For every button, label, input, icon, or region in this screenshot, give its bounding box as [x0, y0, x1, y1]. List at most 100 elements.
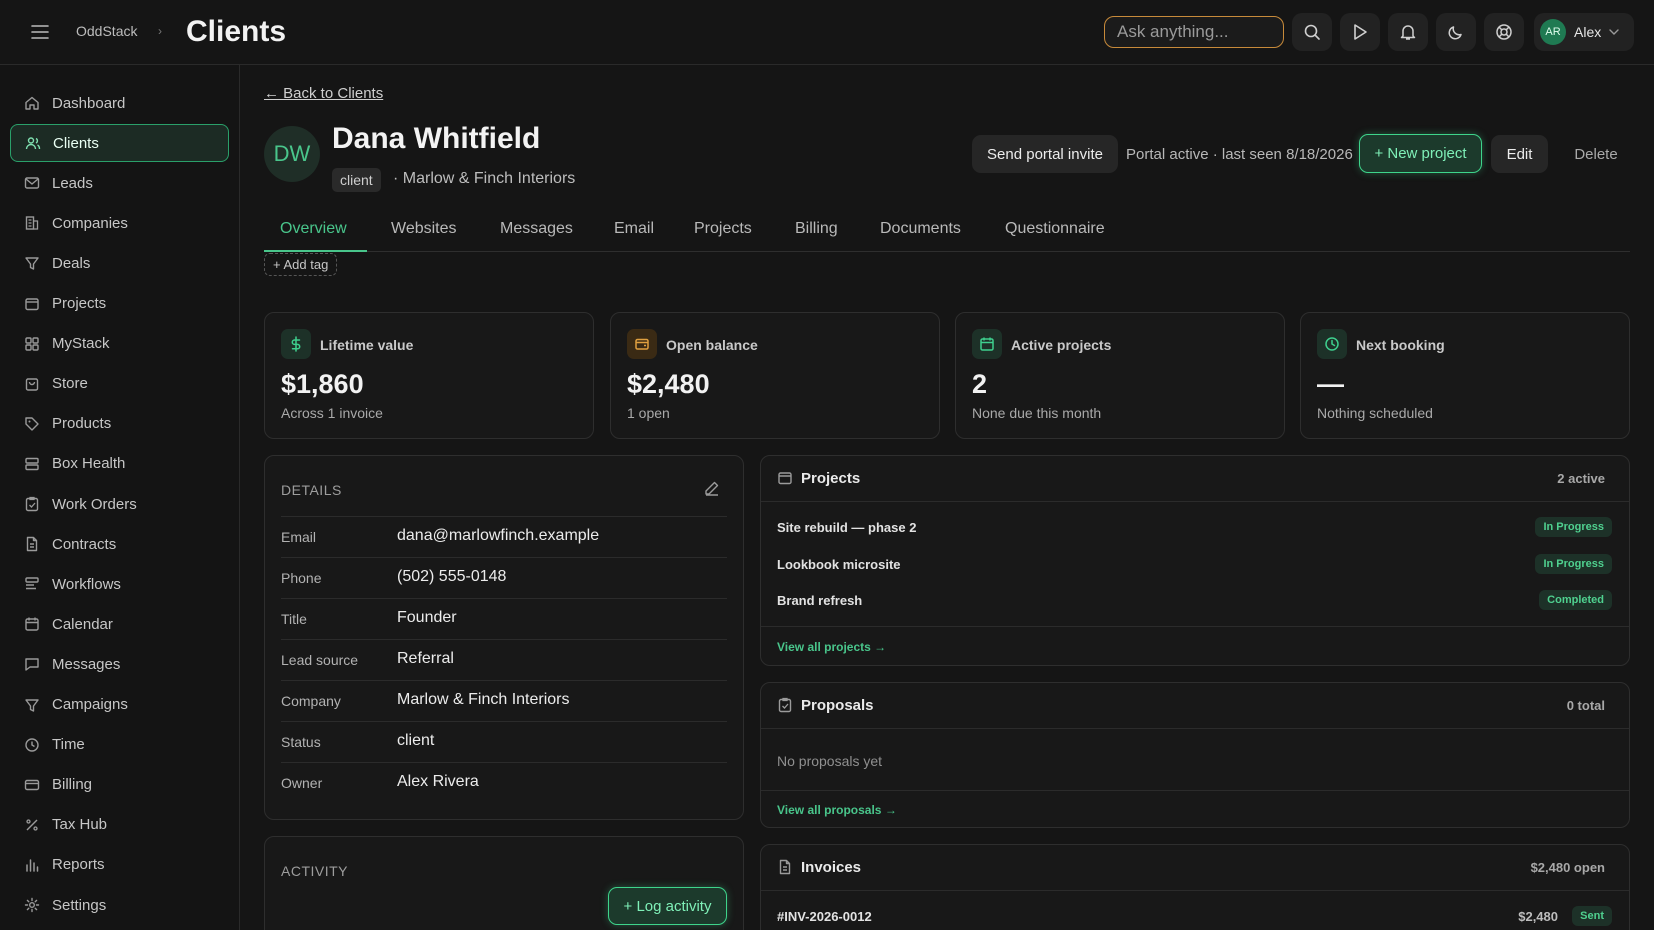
building-icon — [24, 215, 40, 231]
stat-value: — — [1317, 369, 1344, 399]
chevron-down-icon — [1609, 29, 1619, 35]
invoices-panel: Invoices $2,480 open #INV-2026-0012 $2,4… — [760, 844, 1630, 930]
sidebar-item-label: Projects — [52, 295, 107, 312]
table-row[interactable]: #INV-2026-0012 $2,480 Sent — [777, 903, 1612, 930]
sidebar-item-companies[interactable]: Companies — [10, 204, 229, 242]
projects-panel-header: Projects 2 active — [761, 456, 1629, 502]
user-menu-button[interactable]: AR Alex — [1534, 13, 1634, 51]
play-button[interactable] — [1340, 13, 1380, 51]
detail-value: client — [397, 732, 435, 749]
send-portal-invite-button[interactable]: Send portal invite — [972, 135, 1118, 173]
avatar: AR — [1540, 19, 1566, 45]
sidebar-item-billing[interactable]: Billing — [10, 766, 229, 804]
stat-value: $1,860 — [281, 369, 364, 399]
stat-subtext: 1 open — [627, 405, 670, 421]
add-tag-button[interactable]: + Add tag — [264, 253, 338, 276]
sidebar-item-label: MyStack — [52, 335, 110, 353]
new-project-button[interactable]: + New project — [1359, 134, 1482, 173]
invoices-panel-header: Invoices $2,480 open — [761, 845, 1629, 891]
search-button[interactable] — [1292, 13, 1332, 51]
detail-label: Email — [281, 529, 317, 545]
sidebar-item-label: Leads — [52, 174, 93, 192]
list-item[interactable]: Brand refresh Completed — [777, 587, 1612, 615]
detail-label: Lead source — [281, 652, 359, 668]
lifebuoy-icon — [1495, 23, 1513, 41]
sidebar-item-reports[interactable]: Reports — [10, 846, 229, 884]
sidebar-item-products[interactable]: Products — [10, 405, 229, 443]
proposals-panel: Proposals 0 total No proposals yet View … — [760, 682, 1630, 828]
file-icon — [24, 536, 40, 552]
sidebar-item-tax-hub[interactable]: Tax Hub — [10, 806, 229, 844]
file-icon — [777, 859, 793, 875]
view-all-proposals-link[interactable]: View all proposals → — [777, 803, 897, 817]
theme-toggle-button[interactable] — [1436, 13, 1476, 51]
notifications-button[interactable] — [1388, 13, 1428, 51]
list-item[interactable]: Site rebuild — phase 2 In Progress — [777, 514, 1612, 542]
client-avatar: DW — [264, 126, 320, 182]
invoice-number: #INV-2026-0012 — [777, 909, 872, 924]
sidebar-item-label: Box Health — [52, 455, 126, 473]
sidebar-item-label: Time — [52, 736, 85, 754]
tab-overview[interactable]: Overview — [280, 220, 347, 238]
edit-button[interactable]: Edit — [1491, 135, 1548, 173]
activity-heading: ACTIVITY — [281, 863, 349, 879]
activity-card: ACTIVITY + Log activity — [264, 836, 744, 930]
detail-label: Owner — [281, 775, 323, 791]
sidebar: Dashboard Clients Leads Companies Deals Proje… — [0, 65, 240, 930]
tab-messages[interactable]: Messages — [500, 220, 573, 238]
stat-value: 2 — [972, 369, 988, 399]
help-button[interactable] — [1484, 13, 1524, 51]
sidebar-item-label: Products — [52, 415, 112, 433]
sidebar-item-leads[interactable]: Leads — [10, 164, 229, 202]
sidebar-item-settings[interactable]: Settings — [10, 886, 229, 924]
sidebar-item-work-orders[interactable]: Work Orders — [10, 485, 229, 523]
sidebar-item-label: Calendar — [52, 615, 113, 633]
tab-email[interactable]: Email — [614, 220, 654, 238]
stat-subtext: Across 1 invoice — [281, 405, 383, 421]
sidebar-item-box-health[interactable]: Box Health — [10, 445, 229, 483]
log-activity-button[interactable]: + Log activity — [608, 887, 727, 925]
sidebar-item-deals[interactable]: Deals — [10, 244, 229, 282]
tab-documents[interactable]: Documents — [880, 220, 961, 238]
status-badge: In Progress — [1535, 554, 1612, 574]
sidebar-item-messages[interactable]: Messages — [10, 645, 229, 683]
active-tab-indicator — [264, 250, 367, 252]
sidebar-item-time[interactable]: Time — [10, 726, 229, 764]
sidebar-item-calendar[interactable]: Calendar — [10, 605, 229, 643]
sidebar-item-mystack[interactable]: MyStack — [10, 325, 229, 363]
folder-icon — [24, 296, 40, 312]
funnel-icon — [24, 697, 40, 713]
detail-value: Founder — [397, 609, 457, 626]
projects-count: 2 active — [1557, 471, 1605, 486]
calendar-icon — [972, 329, 1002, 359]
delete-button[interactable]: Delete — [1560, 135, 1632, 173]
sidebar-item-clients[interactable]: Clients — [10, 124, 229, 163]
sidebar-item-contracts[interactable]: Contracts — [10, 525, 229, 563]
tag-icon — [24, 416, 40, 432]
sidebar-item-dashboard[interactable]: Dashboard — [10, 84, 229, 122]
tab-questionnaire[interactable]: Questionnaire — [1005, 220, 1105, 238]
dollar-icon — [281, 329, 311, 359]
invoice-amount: $2,480 — [1518, 909, 1558, 924]
detail-value: Alex Rivera — [397, 773, 479, 790]
sidebar-item-label: Work Orders — [52, 495, 137, 513]
ask-input[interactable] — [1104, 16, 1284, 48]
view-all-projects-link[interactable]: View all projects → — [777, 640, 886, 654]
tab-websites[interactable]: Websites — [391, 220, 457, 238]
sidebar-item-projects[interactable]: Projects — [10, 285, 229, 323]
detail-row-status: Status client — [281, 721, 727, 762]
server-icon — [24, 456, 40, 472]
edit-details-button[interactable] — [704, 480, 720, 496]
sidebar-item-label: Billing — [52, 776, 93, 794]
tab-billing[interactable]: Billing — [795, 220, 838, 238]
menu-icon[interactable] — [28, 20, 52, 44]
stat-subtext: Nothing scheduled — [1317, 405, 1433, 421]
list-item[interactable]: Lookbook microsite In Progress — [777, 551, 1612, 579]
back-to-clients-link[interactable]: ← Back to Clients — [264, 85, 383, 102]
sidebar-item-workflows[interactable]: Workflows — [10, 565, 229, 603]
sidebar-item-campaigns[interactable]: Campaigns — [10, 686, 229, 724]
breadcrumb-brand[interactable]: OddStack — [76, 23, 137, 39]
sidebar-item-store[interactable]: Store — [10, 365, 229, 403]
client-company[interactable]: · Marlow & Finch Interiors — [393, 170, 575, 188]
tab-projects[interactable]: Projects — [694, 220, 752, 238]
